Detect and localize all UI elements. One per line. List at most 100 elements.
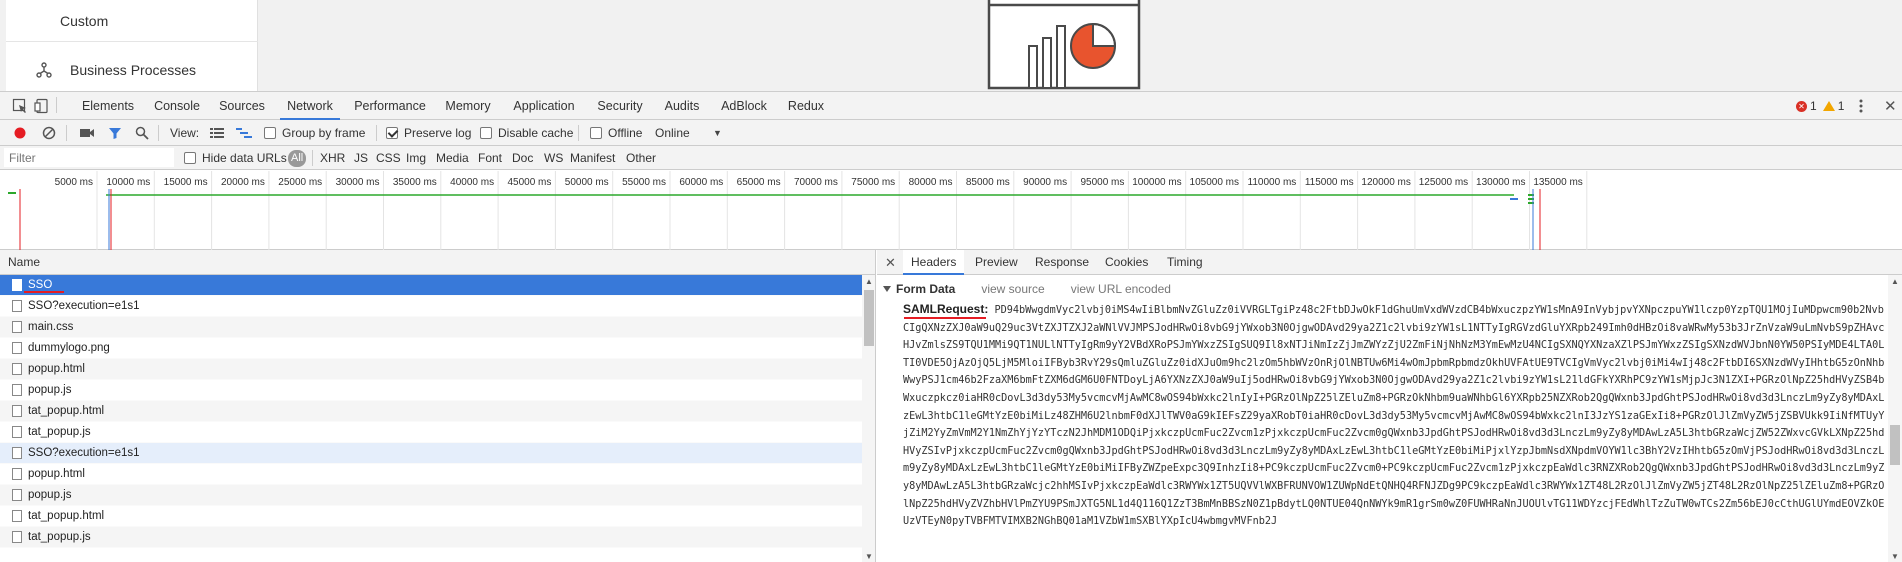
view-url-encoded-link[interactable]: view URL encoded <box>1071 280 1171 298</box>
filter-type-xhr[interactable]: XHR <box>320 146 345 170</box>
timeline-chart: 5000 ms 10000 ms 15000 ms 20000 ms 25000 ms 3… <box>8 171 1588 250</box>
detail-scrollbar[interactable]: ▲ ▼ <box>1888 275 1902 562</box>
request-row[interactable]: tat_popup.js <box>0 527 862 548</box>
devtools-tab-bar: Elements Console Sources Network Perform… <box>0 92 1902 120</box>
checkbox-icon <box>480 127 492 139</box>
request-row[interactable]: SSO?execution=e1s1 <box>0 296 862 317</box>
error-icon: ✕ <box>1796 100 1807 112</box>
filter-type-media[interactable]: Media <box>436 146 469 170</box>
filter-type-js[interactable]: JS <box>354 146 368 170</box>
request-name: SSO?execution=e1s1 <box>28 299 140 312</box>
scroll-down-icon[interactable]: ▼ <box>1891 552 1899 561</box>
timeline-tick-label: 30000 ms <box>336 177 380 188</box>
close-devtools-icon[interactable]: ✕ <box>1884 97 1897 115</box>
request-row[interactable]: popup.html <box>0 359 862 380</box>
error-count: 1 <box>1810 99 1817 113</box>
annotation-underline <box>904 317 986 319</box>
saml-request-field: SAMLRequest: PD94bWwgdmVyc2lvbj0iMS4wIiB… <box>903 301 1887 531</box>
timeline-tick-label: 50000 ms <box>565 177 609 188</box>
request-name: tat_popup.html <box>28 509 105 522</box>
tab-adblock[interactable]: AdBlock <box>716 92 772 120</box>
request-name: SSO?execution=e1s1 <box>28 446 140 459</box>
filter-type-img[interactable]: Img <box>406 146 426 170</box>
device-toolbar-icon[interactable] <box>34 98 50 114</box>
file-icon <box>12 405 22 417</box>
waterfall-overview-icon[interactable] <box>236 127 252 139</box>
tab-timing[interactable]: Timing <box>1167 250 1203 275</box>
timeline-tick-label: 25000 ms <box>278 177 322 188</box>
scroll-up-icon[interactable]: ▲ <box>1891 277 1899 286</box>
file-icon <box>12 510 22 522</box>
record-icon[interactable] <box>14 127 26 139</box>
filter-type-manifest[interactable]: Manifest <box>570 146 615 170</box>
scrollbar-thumb[interactable] <box>864 290 874 346</box>
filter-input[interactable] <box>4 148 174 167</box>
request-row[interactable]: popup.js <box>0 380 862 401</box>
offline-checkbox[interactable]: Offline <box>590 120 642 146</box>
clear-icon[interactable] <box>42 126 56 140</box>
tab-console[interactable]: Console <box>150 92 204 120</box>
tab-redux[interactable]: Redux <box>784 92 828 120</box>
tab-application[interactable]: Application <box>508 92 580 120</box>
request-row[interactable]: tat_popup.html <box>0 401 862 422</box>
request-row[interactable]: SSO <box>0 275 862 296</box>
tab-security[interactable]: Security <box>592 92 648 120</box>
filter-type-css[interactable]: CSS <box>376 146 401 170</box>
tab-memory[interactable]: Memory <box>440 92 496 120</box>
tab-preview[interactable]: Preview <box>975 250 1018 275</box>
more-options-icon[interactable] <box>1858 98 1864 114</box>
timeline-tick-label: 15000 ms <box>164 177 208 188</box>
preserve-log-checkbox[interactable]: Preserve log <box>386 120 471 146</box>
view-source-link[interactable]: view source <box>981 280 1044 298</box>
scrollbar-thumb[interactable] <box>1890 425 1900 465</box>
saml-request-value: PD94bWwgdmVyc2lvbj0iMS4wIiBlbmNvZGluZz0i… <box>903 305 1885 528</box>
form-data-section-header[interactable]: Form Data view source view URL encoded <box>883 280 1171 298</box>
saml-request-label: SAMLRequest: <box>903 302 989 316</box>
filter-type-ws[interactable]: WS <box>544 146 563 170</box>
scroll-up-icon[interactable]: ▲ <box>865 277 873 286</box>
search-icon[interactable] <box>135 126 149 140</box>
large-rows-icon[interactable] <box>210 127 224 139</box>
disable-cache-checkbox[interactable]: Disable cache <box>480 120 573 146</box>
request-row[interactable]: tat_popup.js <box>0 422 862 443</box>
tab-network[interactable]: Network <box>280 92 340 120</box>
filter-type-font[interactable]: Font <box>478 146 502 170</box>
timeline-tick-label: 45000 ms <box>507 177 551 188</box>
throttling-select[interactable]: Online ▼ <box>655 120 725 146</box>
tab-audits[interactable]: Audits <box>660 92 704 120</box>
request-row[interactable]: popup.html <box>0 464 862 485</box>
filter-type-other[interactable]: Other <box>626 146 656 170</box>
column-header-name[interactable]: Name <box>0 250 875 275</box>
nav-item-business-processes[interactable]: Business Processes <box>6 48 258 91</box>
filter-icon[interactable] <box>108 126 122 140</box>
request-row[interactable]: dummylogo.png <box>0 338 862 359</box>
filter-type-doc[interactable]: Doc <box>512 146 533 170</box>
inspect-element-icon[interactable] <box>12 98 28 114</box>
tab-response[interactable]: Response <box>1035 250 1089 275</box>
close-detail-icon[interactable]: ✕ <box>885 250 896 275</box>
timeline-tick-label: 95000 ms <box>1080 177 1124 188</box>
request-row[interactable]: SSO?execution=e1s1 <box>0 443 862 464</box>
nav-item-custom[interactable]: Custom <box>6 0 258 42</box>
file-icon <box>12 321 22 333</box>
request-row[interactable]: main.css <box>0 317 862 338</box>
business-process-icon <box>36 62 52 78</box>
scroll-down-icon[interactable]: ▼ <box>865 552 873 561</box>
request-row[interactable]: tat_popup.html <box>0 506 862 527</box>
tab-headers[interactable]: Headers <box>903 250 965 275</box>
hide-data-urls-checkbox[interactable]: Hide data URLs <box>184 146 287 170</box>
report-illustration-icon <box>987 0 1141 90</box>
tab-elements[interactable]: Elements <box>80 92 136 120</box>
tab-sources[interactable]: Sources <box>216 92 268 120</box>
file-icon <box>12 426 22 438</box>
request-list-scrollbar[interactable]: ▲ ▼ <box>862 275 875 562</box>
capture-screenshots-icon[interactable] <box>80 127 94 139</box>
devtools-panel: Elements Console Sources Network Perform… <box>0 91 1902 562</box>
filter-type-all[interactable]: All <box>288 150 307 167</box>
group-by-frame-checkbox[interactable]: Group by frame <box>264 120 365 146</box>
timeline-overview[interactable]: 5000 ms 10000 ms 15000 ms 20000 ms 25000 ms 3… <box>0 171 1902 250</box>
tab-cookies[interactable]: Cookies <box>1105 250 1148 275</box>
request-row[interactable]: popup.js <box>0 485 862 506</box>
tab-performance[interactable]: Performance <box>352 92 428 120</box>
error-warning-counter[interactable]: ✕ 1 1 <box>1796 99 1844 113</box>
